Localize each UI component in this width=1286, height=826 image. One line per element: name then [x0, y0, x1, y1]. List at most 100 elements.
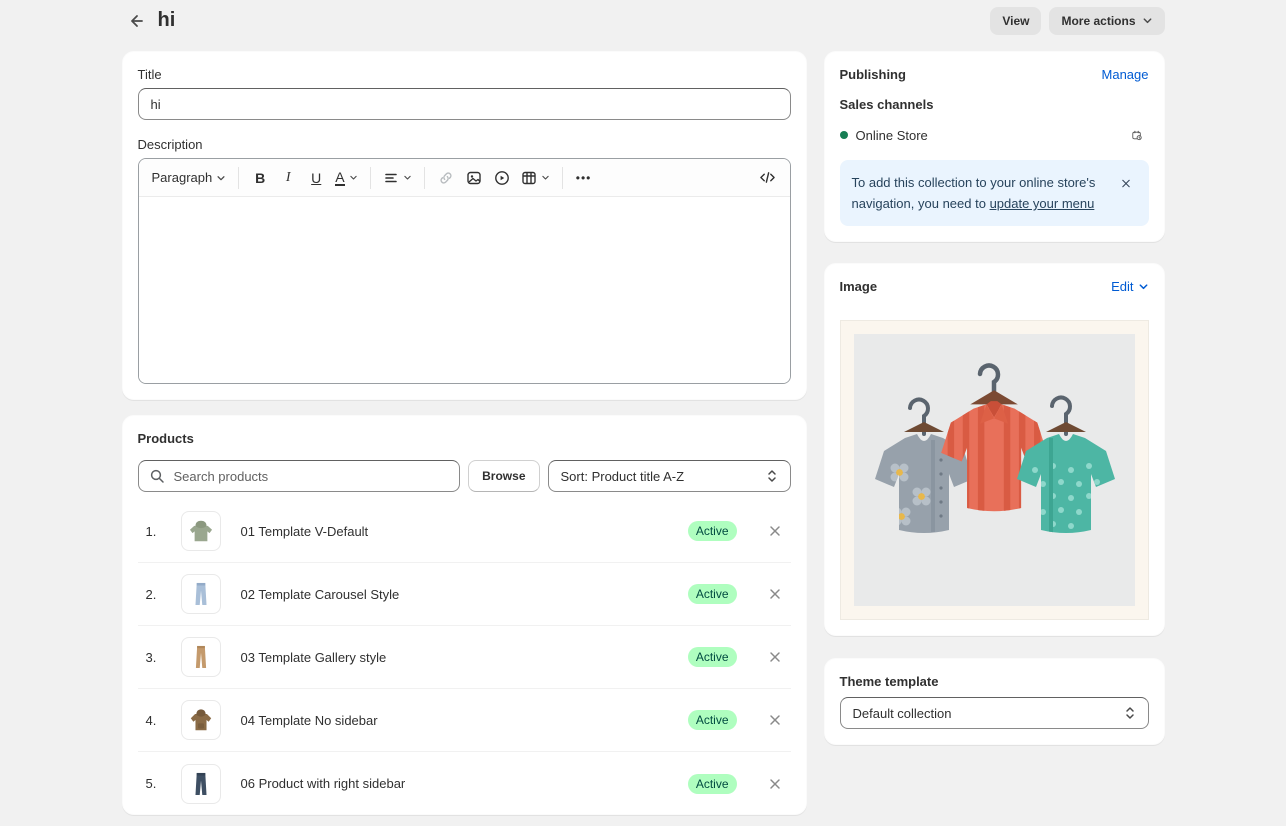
close-icon [768, 777, 782, 791]
remove-product-button[interactable] [761, 706, 789, 734]
insert-image-button[interactable] [460, 164, 488, 192]
arrow-left-icon [126, 11, 146, 31]
toolbar-divider [238, 167, 239, 189]
table-row: 1. 01 Template V-Default Active [138, 500, 791, 563]
product-thumbnail [181, 511, 221, 551]
remove-product-button[interactable] [761, 517, 789, 545]
product-list: 1. 01 Template V-Default Active [138, 500, 791, 815]
browse-button[interactable]: Browse [468, 460, 539, 492]
more-actions-button[interactable]: More actions [1049, 7, 1164, 35]
status-badge: Active [688, 584, 737, 604]
products-controls: Browse Sort: Product title A-Z [138, 460, 791, 492]
view-button[interactable]: View [990, 7, 1041, 35]
page-header: hi View More actions [122, 0, 1165, 36]
theme-template-value: Default collection [853, 706, 952, 721]
search-input[interactable] [172, 468, 450, 485]
hoodie-green-image [184, 514, 218, 548]
table-row: 4. 04 Template No sidebar Active [138, 689, 791, 752]
remove-product-button[interactable] [761, 580, 789, 608]
chevron-down-icon [349, 173, 358, 182]
ellipsis-icon: ••• [576, 171, 592, 185]
products-title: Products [138, 431, 791, 446]
sort-select[interactable]: Sort: Product title A-Z [548, 460, 791, 492]
close-icon [768, 524, 782, 538]
collection-image[interactable] [840, 320, 1149, 620]
more-formatting-button[interactable]: ••• [570, 164, 598, 192]
align-left-icon [383, 170, 399, 186]
image-card: Image Edit [824, 263, 1165, 636]
row-index: 4. [138, 713, 168, 728]
product-title: 03 Template Gallery style [241, 650, 688, 665]
dismiss-banner-button[interactable] [1115, 172, 1137, 194]
paragraph-style-dropdown[interactable]: Paragraph [147, 164, 232, 192]
title-description-card: Title Description Paragraph B I [122, 51, 807, 400]
toolbar-divider [370, 167, 371, 189]
row-index: 1. [138, 524, 168, 539]
title-label: Title [138, 67, 791, 82]
row-index: 3. [138, 650, 168, 665]
theme-template-select[interactable]: Default collection [840, 697, 1149, 729]
italic-button[interactable]: I [274, 164, 302, 192]
product-thumbnail [181, 700, 221, 740]
products-card: Products Browse Sort: Product title A-Z [122, 415, 807, 815]
chevron-down-icon [403, 173, 412, 182]
banner-message: To add this collection to your online st… [852, 172, 1111, 214]
edit-link-label: Edit [1111, 279, 1133, 294]
status-badge: Active [688, 774, 737, 794]
product-thumbnail [181, 764, 221, 804]
product-thumbnail [181, 574, 221, 614]
status-badge: Active [688, 521, 737, 541]
calendar-clock-icon [1131, 126, 1143, 145]
close-icon [768, 713, 782, 727]
jeans-dark-image [184, 767, 218, 801]
alignment-button[interactable] [378, 164, 417, 192]
description-label: Description [138, 137, 791, 152]
bold-button[interactable]: B [246, 164, 274, 192]
caret-updown-icon [766, 469, 778, 483]
channel-row: Online Store [840, 123, 1149, 147]
back-button[interactable] [122, 7, 150, 35]
publishing-card: Publishing Manage Sales channels Online … [824, 51, 1165, 242]
update-menu-link[interactable]: update your menu [990, 196, 1095, 211]
close-icon [1121, 176, 1131, 191]
page-title: hi [158, 9, 176, 32]
chevron-down-icon [541, 173, 550, 182]
paragraph-style-label: Paragraph [152, 170, 213, 185]
insert-table-button[interactable] [516, 164, 555, 192]
search-icon [149, 468, 165, 484]
sales-channels-label: Sales channels [840, 97, 1149, 112]
text-color-button[interactable]: A [330, 164, 362, 192]
status-badge: Active [688, 710, 737, 730]
edit-image-link[interactable]: Edit [1111, 279, 1148, 294]
table-row: 2. 02 Template Carousel Style Active [138, 563, 791, 626]
more-actions-label: More actions [1061, 14, 1135, 28]
table-icon [521, 170, 537, 186]
remove-product-button[interactable] [761, 770, 789, 798]
status-badge: Active [688, 647, 737, 667]
shirts-illustration [854, 334, 1135, 606]
caret-updown-icon [1124, 706, 1136, 720]
chevron-down-icon [216, 173, 226, 183]
toolbar-divider [562, 167, 563, 189]
insert-video-button[interactable] [488, 164, 516, 192]
side-column: Publishing Manage Sales channels Online … [824, 51, 1165, 745]
product-search[interactable] [138, 460, 461, 492]
channel-name: Online Store [856, 128, 1117, 143]
code-icon [759, 170, 776, 185]
theme-template-label: Theme template [840, 674, 1149, 689]
description-textarea[interactable] [139, 197, 790, 383]
product-thumbnail [181, 637, 221, 677]
schedule-publish-button[interactable] [1125, 123, 1149, 147]
info-banner: To add this collection to your online st… [840, 160, 1149, 226]
show-html-button[interactable] [754, 164, 782, 192]
link-button[interactable] [432, 164, 460, 192]
underline-button[interactable]: U [302, 164, 330, 192]
remove-product-button[interactable] [761, 643, 789, 671]
product-title: 06 Product with right sidebar [241, 776, 688, 791]
channel-status-dot [840, 131, 848, 139]
manage-link[interactable]: Manage [1102, 67, 1149, 82]
table-row: 3. 03 Template Gallery style Active [138, 626, 791, 689]
product-title: 01 Template V-Default [241, 524, 688, 539]
main-column: Title Description Paragraph B I [122, 51, 807, 815]
title-input[interactable] [138, 88, 791, 120]
